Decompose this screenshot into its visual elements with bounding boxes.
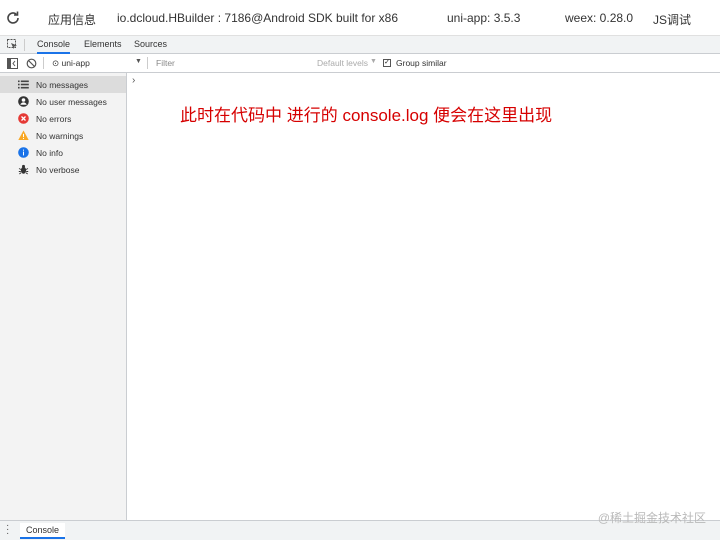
sidebar-toggle-icon[interactable] bbox=[7, 58, 18, 69]
warning-icon bbox=[18, 130, 29, 140]
tab-console[interactable]: Console bbox=[37, 39, 71, 54]
app-info-label[interactable]: 应用信息 bbox=[48, 11, 96, 28]
user-icon bbox=[18, 96, 29, 107]
info-icon bbox=[18, 147, 29, 158]
devtools-tab-strip: Console Elements Sources bbox=[0, 36, 720, 54]
sidebar-item-label: No messages bbox=[36, 80, 88, 90]
js-debug-button[interactable]: JS调试 bbox=[653, 11, 691, 28]
filter-input[interactable]: Filter bbox=[156, 58, 175, 68]
context-selector[interactable]: ⊙ uni-app bbox=[52, 58, 90, 69]
group-similar-label: Group similar bbox=[396, 58, 447, 68]
group-similar-checkbox[interactable]: ✓ bbox=[383, 59, 391, 67]
console-output[interactable]: › 此时在代码中 进行的 console.log 便会在这里出现 bbox=[128, 73, 720, 520]
tab-elements[interactable]: Elements bbox=[84, 39, 122, 49]
sidebar-item-warnings[interactable]: No warnings bbox=[0, 127, 126, 144]
console-sidebar: No messages No user messages No errors N… bbox=[0, 73, 127, 520]
refresh-icon[interactable] bbox=[5, 10, 21, 26]
tab-sources[interactable]: Sources bbox=[134, 39, 167, 49]
weex-version: weex: 0.28.0 bbox=[565, 11, 634, 25]
toolbar-divider bbox=[43, 57, 44, 69]
device-info: io.dcloud.HBuilder : 7186@Android SDK bu… bbox=[117, 11, 399, 25]
console-prompt[interactable]: › bbox=[132, 75, 135, 86]
sidebar-item-label: No user messages bbox=[36, 97, 107, 107]
sidebar-item-label: No errors bbox=[36, 114, 72, 124]
sidebar-item-errors[interactable]: No errors bbox=[0, 110, 126, 127]
sidebar-item-label: No warnings bbox=[36, 131, 84, 141]
drawer-menu-icon[interactable]: · · · bbox=[6, 521, 9, 539]
inspect-element-icon[interactable] bbox=[7, 39, 18, 50]
error-icon bbox=[18, 113, 29, 124]
uniapp-version: uni-app: 3.5.3 bbox=[447, 11, 521, 25]
context-dropdown-icon[interactable]: ▼ bbox=[135, 58, 142, 65]
log-levels-dropdown[interactable]: Default levels bbox=[317, 58, 368, 68]
toolbar-divider bbox=[147, 57, 148, 69]
sidebar-item-verbose[interactable]: No verbose bbox=[0, 161, 126, 178]
bug-icon bbox=[18, 164, 29, 175]
sidebar-item-label: No info bbox=[36, 148, 63, 158]
sidebar-item-label: No verbose bbox=[36, 165, 80, 175]
console-toolbar: ⊙ uni-app ▼ Filter Default levels ▼ ✓ Gr… bbox=[0, 54, 720, 73]
app-info-bar: 应用信息 io.dcloud.HBuilder : 7186@Android S… bbox=[0, 0, 720, 36]
clear-console-icon[interactable] bbox=[26, 58, 37, 69]
watermark: @稀土掘金技术社区 bbox=[597, 511, 706, 525]
sidebar-item-info[interactable]: No info bbox=[0, 144, 126, 161]
context-label: uni-app bbox=[61, 58, 90, 68]
levels-dropdown-icon[interactable]: ▼ bbox=[370, 58, 377, 65]
sidebar-item-messages[interactable]: No messages bbox=[0, 76, 126, 93]
tab-divider bbox=[24, 39, 25, 51]
drawer-tab-console[interactable]: Console bbox=[20, 523, 66, 539]
list-icon bbox=[18, 80, 29, 89]
annotation-note: 此时在代码中 进行的 console.log 便会在这里出现 bbox=[180, 106, 553, 125]
sidebar-item-user-messages[interactable]: No user messages bbox=[0, 93, 126, 110]
